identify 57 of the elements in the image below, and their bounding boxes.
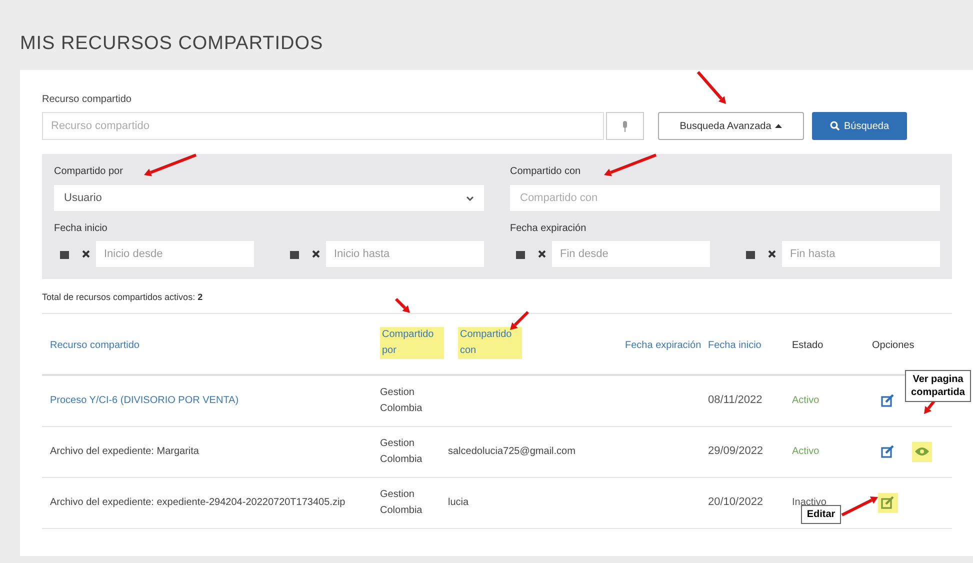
calendar-icon [290, 250, 300, 258]
highlighted-column-header[interactable]: Compartido con [458, 326, 522, 358]
status-text: Activo [792, 394, 820, 406]
highlighted-column-header[interactable]: Compartido por [380, 326, 444, 358]
date-field[interactable]: Fin desde [552, 241, 710, 267]
table-cell: 08/11/2022 [708, 394, 762, 406]
status-text: Inactivo [792, 496, 826, 508]
column-header[interactable]: Recurso compartido [50, 338, 140, 354]
view-button[interactable] [912, 442, 932, 462]
clear-icon[interactable] [538, 250, 546, 258]
edit-button[interactable] [878, 492, 898, 512]
eye-icon [915, 447, 929, 456]
callout-label: Editar [801, 505, 841, 524]
field-label: Recurso compartido [42, 93, 132, 107]
table-cell: 29/09/2022 [708, 445, 764, 457]
search-icon [830, 121, 840, 131]
microphone-icon [622, 120, 628, 132]
callout-label: Ver pagina compartida [905, 370, 971, 402]
field-label: Fecha inicio [54, 222, 108, 236]
chevron-down-icon [466, 196, 474, 200]
calendar-icon [60, 250, 70, 258]
clear-icon[interactable] [82, 250, 90, 258]
search-button[interactable]: Búsqueda [812, 112, 907, 140]
table-cell: salcedolucia725@gmail.com [448, 446, 576, 456]
clear-icon[interactable] [768, 250, 776, 258]
field-label: Compartido con [510, 165, 582, 179]
column-header[interactable]: Fecha inicio [708, 338, 762, 354]
calendar-icon [746, 250, 756, 258]
table-cell: 20/10/2022 [708, 496, 764, 508]
status-text: Activo [792, 446, 820, 456]
date-field[interactable]: Fin hasta [782, 241, 940, 267]
field-label: Compartido por [54, 165, 124, 179]
total-count: Total de recursos compartidos activos: 2 [42, 291, 952, 314]
advanced-search-button[interactable]: Busqueda Avanzada [658, 112, 804, 140]
field-label: Fecha expiración [510, 222, 588, 236]
shared-with-field[interactable]: Compartido con [510, 185, 940, 211]
page-title: MIS RECURSOS COMPARTIDOS [20, 32, 324, 56]
table-cell: Archivo del expediente: expediente-294204-20220720T173405.zip [50, 496, 346, 508]
edit-icon [881, 394, 895, 407]
microphone-button[interactable] [606, 112, 644, 140]
column-header: Opciones [872, 338, 914, 352]
date-field[interactable]: Inicio hasta [326, 241, 484, 267]
search-field[interactable]: Recurso compartido [42, 112, 604, 140]
table-cell: Archivo del expediente: Margarita [50, 446, 199, 456]
table-cell-text: Gestion Colombia [380, 386, 424, 416]
table-cell-text: Gestion Colombia [380, 436, 424, 466]
edit-icon [881, 496, 895, 509]
date-field[interactable]: Inicio desde [96, 241, 254, 267]
column-header[interactable]: Fecha expiración [625, 338, 702, 354]
clear-icon[interactable] [312, 250, 320, 258]
table-cell: lucia [448, 496, 469, 508]
column-header: Estado [792, 338, 824, 352]
calendar-icon [516, 250, 526, 258]
table-cell-text: Gestion Colombia [380, 488, 424, 518]
resource-link[interactable]: Proceso Y/CI-6 (DIVISORIO POR VENTA) [50, 394, 239, 406]
edit-icon [881, 445, 895, 458]
dropdown[interactable]: Usuario [54, 185, 484, 211]
